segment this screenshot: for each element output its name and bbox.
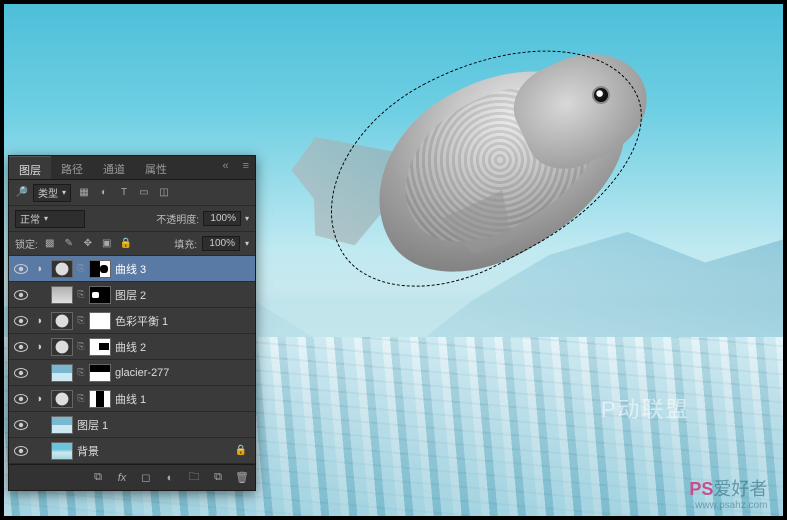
lock-all-icon[interactable]: 🔒 [119,237,133,251]
layer-mask-thumbnail[interactable] [89,286,111,304]
panel-menu-icon[interactable]: ≡ [237,156,255,179]
mask-link-icon[interactable]: ⎘ [77,263,85,274]
new-layer-icon[interactable]: ⧉ [211,471,225,485]
add-mask-icon[interactable]: ◻ [139,471,153,485]
visibility-eye-icon[interactable] [13,443,29,459]
layer-mask-thumbnail[interactable] [89,390,111,408]
layer-name[interactable]: glacier-277 [115,367,251,379]
tab-paths[interactable]: 路径 [51,156,93,179]
layer-mask-thumbnail[interactable] [89,312,111,330]
visibility-eye-icon[interactable] [13,261,29,277]
blend-mode-select[interactable]: 正常▾ [15,210,85,228]
lock-icon: 🔒 [235,445,247,456]
visibility-eye-icon[interactable] [13,287,29,303]
layer-name[interactable]: 背景 [77,443,231,459]
layer-row[interactable]: ◗ ⎘ 色彩平衡 1 [9,308,255,334]
layer-name[interactable]: 图层 2 [115,287,251,303]
layer-row[interactable]: ⎘ glacier-277 [9,360,255,386]
panel-tabs: 图层 路径 通道 属性 « ≡ [9,156,255,180]
layer-name[interactable]: 图层 1 [77,417,251,433]
watermark-center: P动联盟 [601,392,690,424]
layers-list: ◗ ⎘ 曲线 3 ⎘ 图层 2 ◗ ⎘ 色彩平衡 1 ◗ ⎘ 曲线 2 ⎘ glacier-277 ◗ ⎘ 曲… [9,256,255,464]
layer-thumbnail[interactable] [51,338,73,356]
opacity-value[interactable]: 100% [203,211,241,226]
layer-fx-icon[interactable]: fx [115,471,129,485]
new-adjustment-icon[interactable]: ◐ [163,471,177,485]
opacity-chevron-icon[interactable]: ▾ [245,214,249,223]
clip-indicator-icon: ◗ [33,393,47,405]
mask-link-icon[interactable]: ⎘ [77,289,85,300]
delete-layer-icon[interactable]: 🗑 [235,471,249,485]
lock-artboard-icon[interactable]: ▣ [100,237,114,251]
tab-channels[interactable]: 通道 [93,156,135,179]
layer-row[interactable]: 图层 1 [9,412,255,438]
lock-position-icon[interactable]: ✥ [81,237,95,251]
watermark-brand: PS爱好者 [689,475,767,501]
filter-pixel-icon[interactable]: ▦ [77,186,91,200]
lock-label: 锁定: [15,236,38,251]
visibility-eye-icon[interactable] [13,313,29,329]
new-group-icon[interactable]: 🗀 [187,471,201,485]
mask-link-icon[interactable]: ⎘ [77,367,85,378]
lock-row: 锁定: ▩ ✎ ✥ ▣ 🔒 填充: 100% ▾ [9,232,255,256]
clip-indicator-icon: ◗ [33,341,47,353]
layer-name[interactable]: 曲线 1 [115,391,251,407]
filter-shape-icon[interactable]: ▭ [137,186,151,200]
search-kind-icon[interactable]: 🔎 [15,186,29,200]
clip-indicator-icon: ◗ [33,315,47,327]
layer-row[interactable]: ◗ ⎘ 曲线 1 [9,386,255,412]
filter-smart-icon[interactable]: ◫ [157,186,171,200]
filter-type-select[interactable]: 类型▾ [33,184,71,202]
layer-thumbnail[interactable] [51,364,73,382]
layer-row[interactable]: ⎘ 图层 2 [9,282,255,308]
layer-thumbnail[interactable] [51,286,73,304]
filter-adjust-icon[interactable]: ◐ [97,186,111,200]
visibility-eye-icon[interactable] [13,417,29,433]
fish-composite [292,45,666,275]
panel-collapse-icon[interactable]: « [214,156,236,179]
watermark-url: www.psahz.com [695,500,767,511]
filter-row: 🔎 类型▾ ▦ ◐ T ▭ ◫ [9,180,255,206]
layer-thumbnail[interactable] [51,442,73,460]
filter-type-icon[interactable]: T [117,186,131,200]
opacity-label: 不透明度: [156,211,199,226]
fill-chevron-icon[interactable]: ▾ [245,239,249,248]
mask-link-icon[interactable]: ⎘ [77,315,85,326]
layer-row[interactable]: 背景 🔒 [9,438,255,464]
fill-value[interactable]: 100% [202,236,240,251]
layer-row[interactable]: ◗ ⎘ 曲线 3 [9,256,255,282]
layer-mask-thumbnail[interactable] [89,364,111,382]
mask-link-icon[interactable]: ⎘ [77,341,85,352]
tab-layers[interactable]: 图层 [9,156,51,179]
layer-mask-thumbnail[interactable] [89,338,111,356]
blend-row: 正常▾ 不透明度: 100% ▾ [9,206,255,232]
fill-label: 填充: [174,236,197,251]
layer-name[interactable]: 色彩平衡 1 [115,313,251,329]
layers-panel[interactable]: 图层 路径 通道 属性 « ≡ 🔎 类型▾ ▦ ◐ T ▭ ◫ 正常▾ 不透明度… [8,155,256,491]
panel-footer: ⧉ fx ◻ ◐ 🗀 ⧉ 🗑 [9,464,255,490]
lock-brush-icon[interactable]: ✎ [62,237,76,251]
visibility-eye-icon[interactable] [13,339,29,355]
layer-thumbnail[interactable] [51,390,73,408]
mask-link-icon[interactable]: ⎘ [77,393,85,404]
visibility-eye-icon[interactable] [13,391,29,407]
link-layers-icon[interactable]: ⧉ [91,471,105,485]
visibility-eye-icon[interactable] [13,365,29,381]
layer-thumbnail[interactable] [51,312,73,330]
layer-row[interactable]: ◗ ⎘ 曲线 2 [9,334,255,360]
lock-transparent-icon[interactable]: ▩ [43,237,57,251]
layer-thumbnail[interactable] [51,260,73,278]
clip-indicator-icon: ◗ [33,263,47,275]
layer-thumbnail[interactable] [51,416,73,434]
layer-name[interactable]: 曲线 3 [115,261,251,277]
layer-name[interactable]: 曲线 2 [115,339,251,355]
layer-mask-thumbnail[interactable] [89,260,111,278]
tab-properties[interactable]: 属性 [135,156,177,179]
